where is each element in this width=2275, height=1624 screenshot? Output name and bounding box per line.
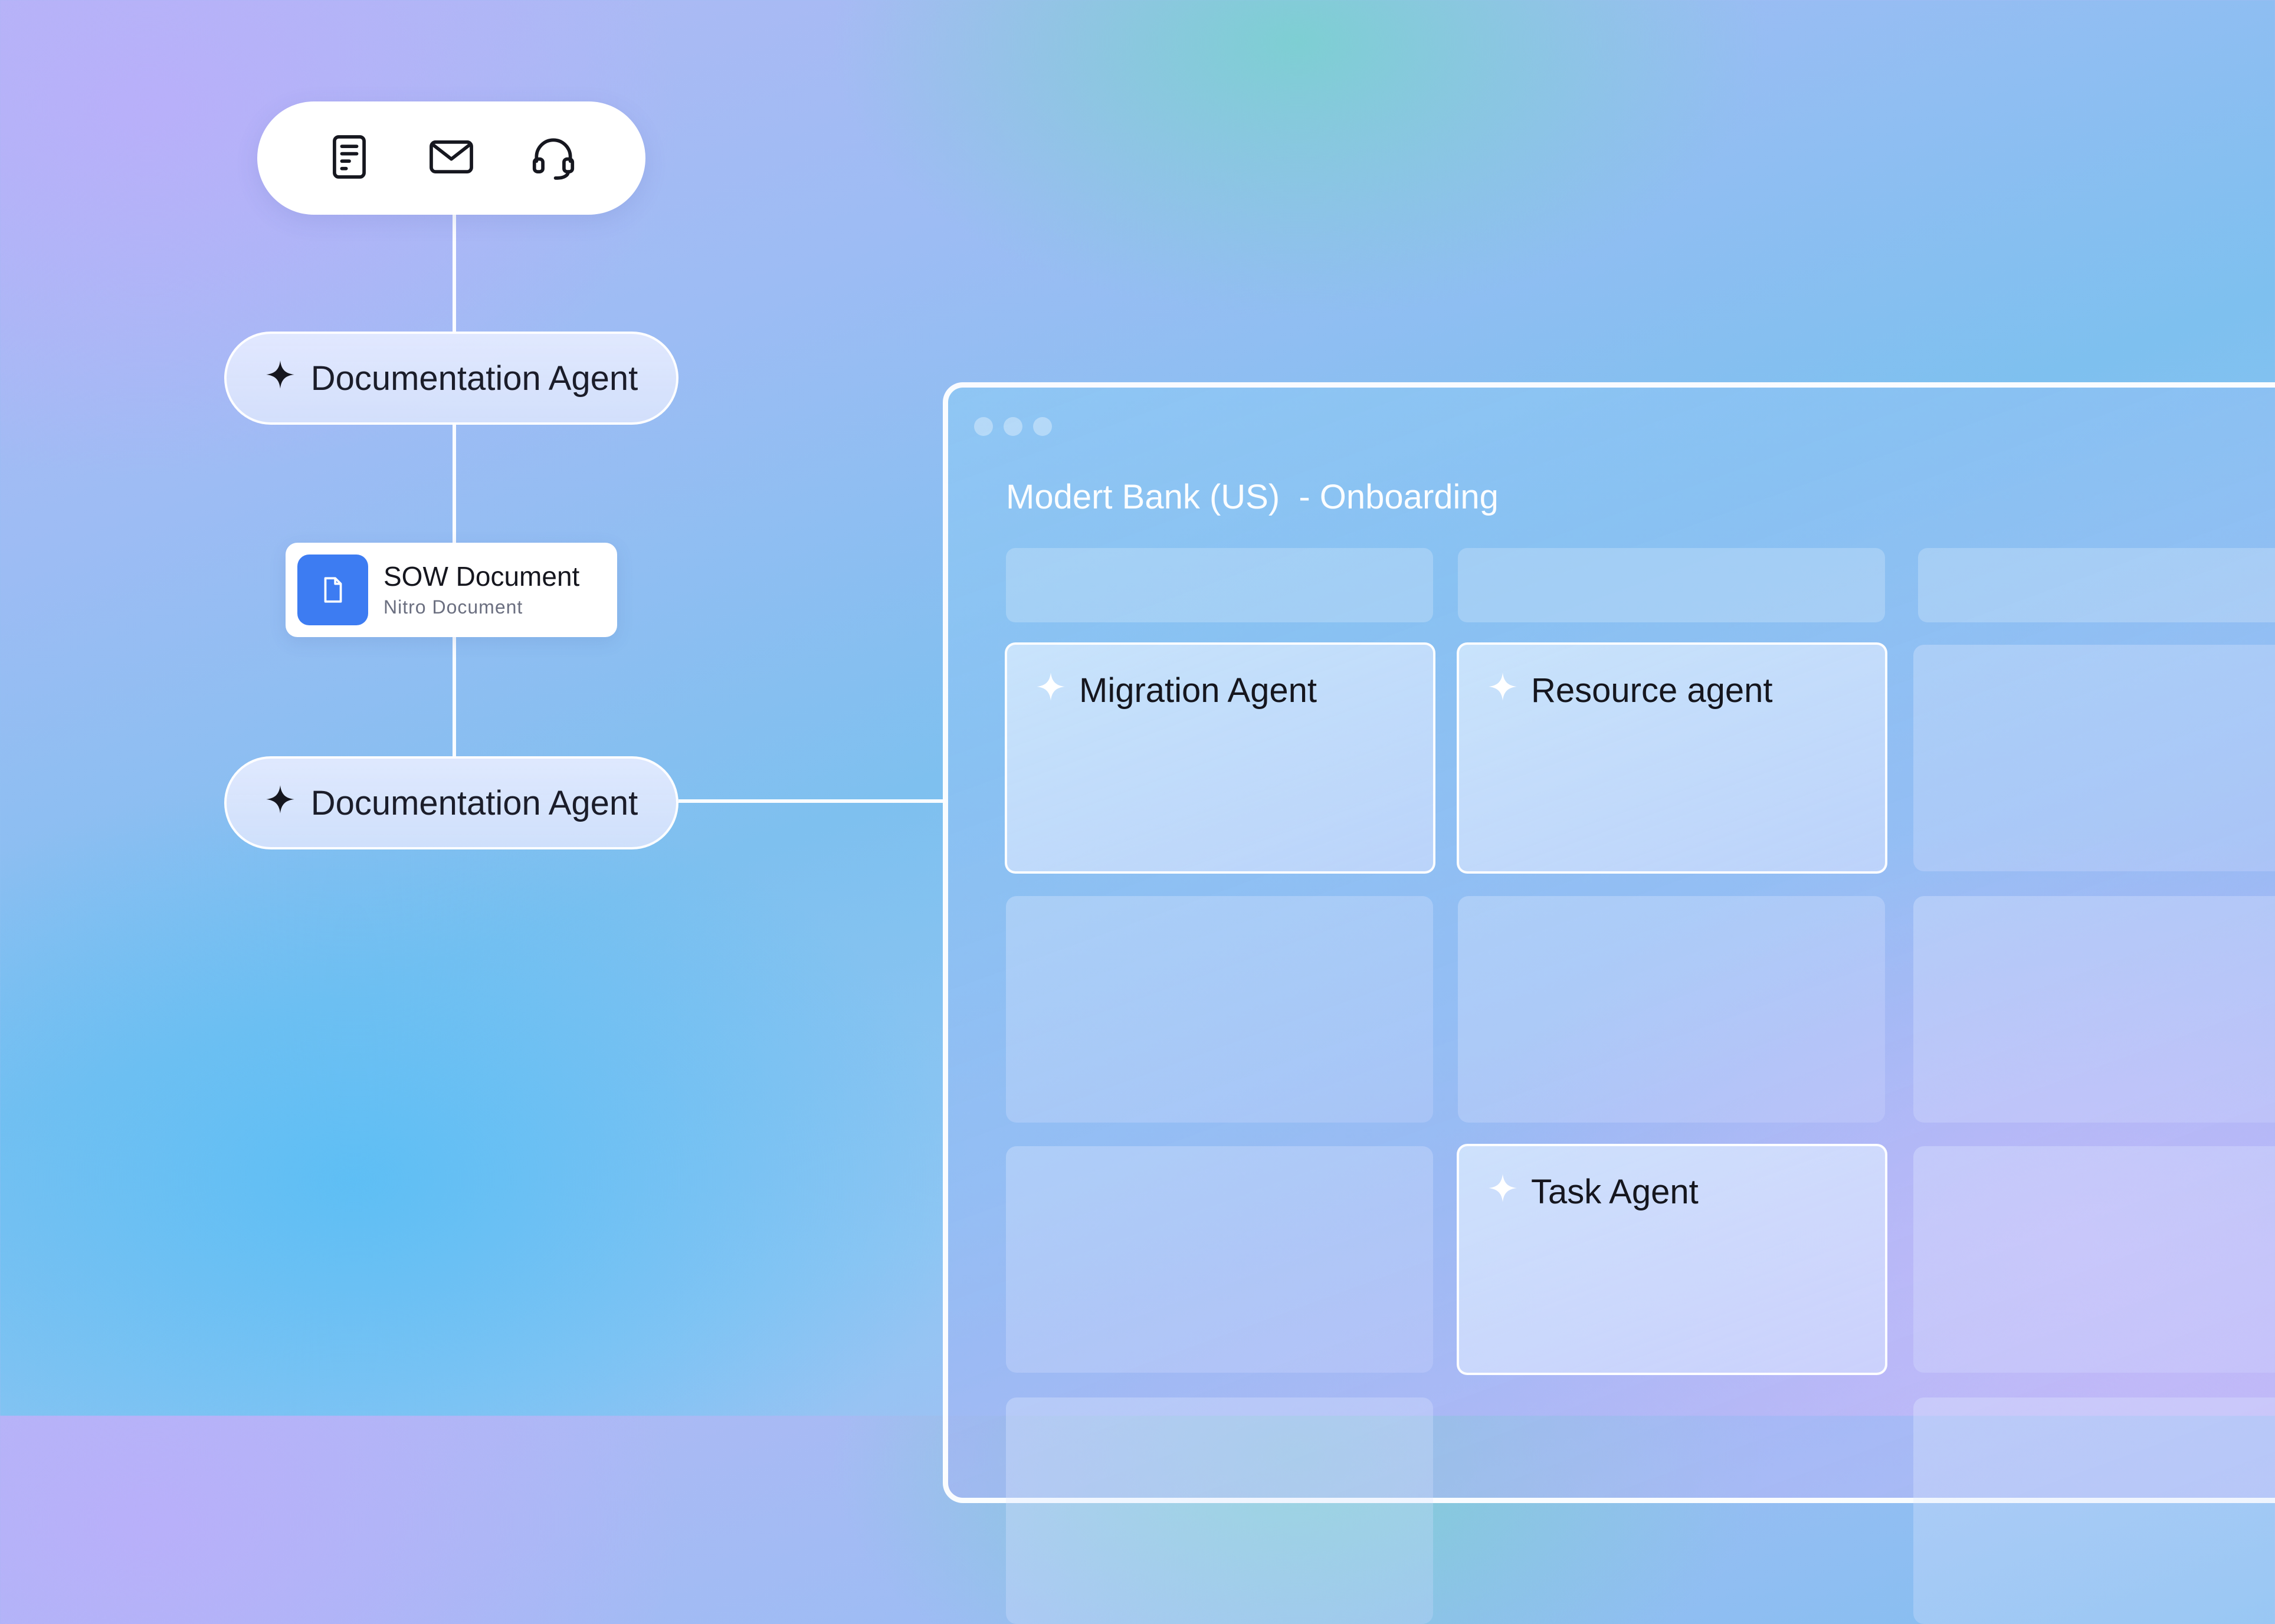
empty-card xyxy=(1913,1146,2275,1373)
sow-document-card[interactable]: SOW Document Nitro Document xyxy=(286,543,617,637)
document-icon[interactable] xyxy=(324,132,375,185)
documentation-agent-node[interactable]: Documentation Agent xyxy=(224,332,678,425)
column-header xyxy=(1918,548,2275,622)
connector-line xyxy=(453,637,456,756)
column-header xyxy=(1458,548,1885,622)
empty-card xyxy=(1006,1146,1433,1373)
headset-icon[interactable] xyxy=(528,132,579,185)
sparkle-icon xyxy=(1035,671,1066,710)
window-dot xyxy=(1004,417,1022,436)
empty-card xyxy=(1913,645,2275,871)
document-subtitle: Nitro Document xyxy=(383,596,523,618)
card-title: Resource agent xyxy=(1531,671,1773,710)
empty-card xyxy=(1006,896,1433,1123)
empty-card xyxy=(1913,896,2275,1123)
connector-line xyxy=(453,215,456,332)
connector-line xyxy=(678,799,945,803)
onboarding-window: Modert Bank (US) - Onboarding Migration … xyxy=(943,382,2275,1624)
card-title: Migration Agent xyxy=(1079,671,1317,710)
sparkle-icon xyxy=(1487,671,1518,710)
task-agent-card[interactable]: Task Agent xyxy=(1457,1144,1887,1375)
agent-label: Documentation Agent xyxy=(310,783,638,822)
card-label: Migration Agent xyxy=(1035,671,1317,710)
sparkle-icon xyxy=(265,783,296,823)
window-title: Modert Bank (US) - Onboarding xyxy=(1006,478,1499,516)
card-label: Resource agent xyxy=(1487,671,1772,710)
window-dot xyxy=(974,417,993,436)
file-icon xyxy=(297,555,368,625)
empty-card xyxy=(1458,896,1885,1123)
connector-line xyxy=(453,424,456,543)
card-title: Task Agent xyxy=(1531,1173,1699,1211)
document-title: SOW Document xyxy=(383,561,580,592)
window-dot xyxy=(1033,417,1052,436)
empty-card xyxy=(1913,1397,2275,1624)
resource-agent-card[interactable]: Resource agent xyxy=(1457,642,1887,874)
migration-agent-card[interactable]: Migration Agent xyxy=(1005,642,1435,874)
mail-icon[interactable] xyxy=(426,132,477,185)
sparkle-icon xyxy=(265,359,296,398)
empty-card xyxy=(1006,1397,1433,1624)
channel-toolbar xyxy=(257,101,645,215)
agent-label: Documentation Agent xyxy=(310,359,638,398)
card-label: Task Agent xyxy=(1487,1172,1699,1212)
documentation-agent-node[interactable]: Documentation Agent xyxy=(224,756,678,849)
column-header xyxy=(1006,548,1433,622)
sparkle-icon xyxy=(1487,1172,1518,1212)
